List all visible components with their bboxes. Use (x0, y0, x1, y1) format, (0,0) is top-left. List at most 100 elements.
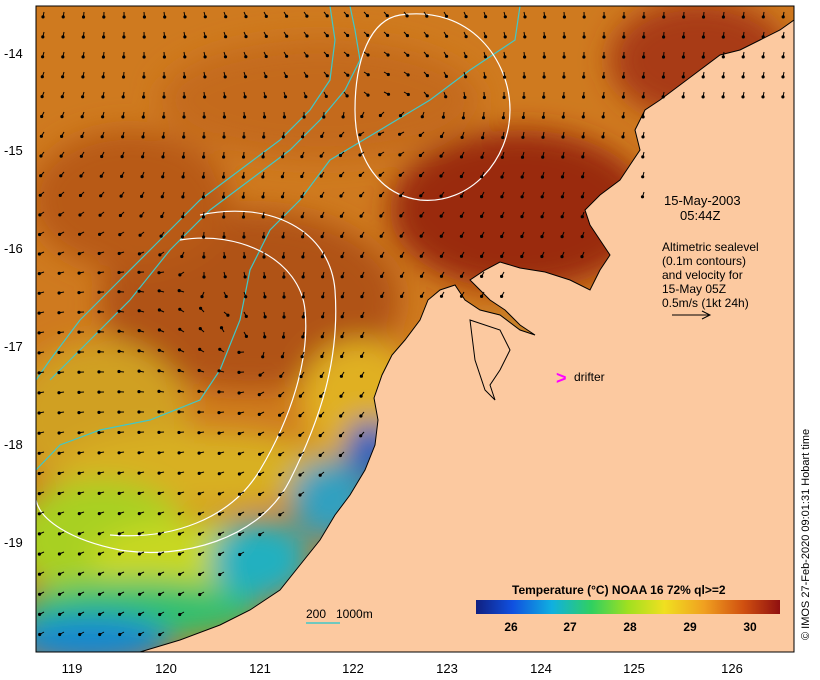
velocity-arrow-head (177, 552, 182, 556)
velocity-arrow-head (38, 232, 42, 237)
velocity-arrow-head (520, 195, 524, 199)
velocity-arrow-head (320, 255, 324, 259)
velocity-arrow-head (121, 115, 125, 119)
velocity-arrow-head (57, 471, 61, 475)
velocity-arrow-head (324, 94, 328, 98)
velocity-arrow-head (181, 155, 185, 159)
velocity-arrow-head (602, 75, 606, 79)
velocity-arrow-head (338, 434, 343, 438)
velocity-arrow-head (581, 115, 585, 119)
velocity-arrow-head (77, 491, 81, 495)
velocity-arrow-head (217, 492, 221, 496)
velocity-arrow-head (262, 255, 266, 259)
velocity-arrow-head (177, 348, 182, 352)
velocity-arrow-head (162, 115, 166, 119)
velocity-arrow-head (358, 133, 362, 137)
velocity-arrow-head (117, 451, 121, 455)
velocity-arrow-head (359, 374, 363, 378)
latitude-label: -19 (4, 535, 23, 550)
velocity-arrow-head (178, 612, 182, 617)
velocity-arrow-head (182, 135, 186, 139)
velocity-arrow-head (282, 295, 286, 299)
velocity-arrow-head (177, 532, 181, 536)
velocity-arrow-head (761, 35, 765, 39)
velocity-arrow-head (137, 270, 141, 274)
velocity-arrow-head (221, 175, 226, 179)
velocity-arrow-head (264, 75, 268, 79)
velocity-arrow-head (262, 115, 267, 119)
velocity-arrow-head (582, 75, 586, 79)
velocity-arrow-head (761, 75, 765, 79)
velocity-arrow-head (117, 592, 122, 596)
velocity-arrow-head (319, 374, 323, 378)
velocity-arrow-head (222, 235, 226, 239)
velocity-arrow-head (157, 491, 161, 495)
velocity-arrow-head (560, 175, 565, 179)
velocity-arrow-head (117, 552, 121, 556)
velocity-arrow-head (542, 55, 546, 59)
velocity-arrow-head (761, 15, 765, 19)
velocity-arrow-head (621, 115, 625, 119)
velocity-arrow-head (483, 75, 487, 79)
velocity-arrow-head (77, 471, 81, 475)
velocity-arrow-head (244, 35, 248, 39)
velocity-arrow-head (681, 75, 685, 79)
velocity-arrow-head (661, 55, 666, 59)
velocity-arrow-head (162, 95, 166, 99)
velocity-arrow-head (203, 35, 207, 39)
velocity-arrow-head (521, 115, 526, 119)
velocity-arrow-head (157, 328, 161, 332)
velocity-arrow-head (480, 195, 484, 199)
velocity-arrow-head (157, 271, 161, 275)
velocity-arrow-head (137, 430, 141, 434)
observation-time: 05:44Z (680, 208, 721, 223)
velocity-arrow-head (202, 275, 206, 279)
velocity-arrow-head (399, 214, 403, 218)
velocity-arrow-head (419, 234, 423, 238)
velocity-arrow-head (300, 155, 304, 159)
velocity-arrow-head (97, 330, 101, 334)
velocity-arrow-head (37, 391, 41, 395)
velocity-arrow-head (97, 350, 101, 354)
velocity-arrow-head (298, 493, 302, 497)
velocity-arrow-head (263, 295, 267, 299)
velocity-arrow-head (77, 350, 81, 354)
velocity-arrow-head (318, 453, 322, 457)
velocity-arrow-head (278, 493, 282, 497)
longitude-label: 126 (721, 661, 743, 676)
velocity-arrow-head (325, 54, 329, 58)
velocity-arrow-head (222, 255, 227, 259)
velocity-arrow-head (581, 135, 585, 139)
velocity-arrow-head (202, 115, 206, 119)
velocity-arrow-head (37, 512, 41, 516)
velocity-arrow-head (520, 254, 524, 259)
velocity-arrow-head (57, 532, 62, 536)
velocity-arrow-head (37, 552, 42, 556)
velocity-arrow-head (257, 412, 261, 416)
velocity-arrow-head (444, 95, 448, 99)
velocity-arrow-head (360, 334, 364, 339)
velocity-arrow-head (197, 451, 201, 455)
velocity-arrow-head (601, 135, 605, 139)
velocity-arrow-head (300, 195, 304, 199)
velocity-arrow-head (182, 75, 187, 79)
velocity-arrow-head (202, 155, 206, 159)
velocity-arrow-head (162, 75, 166, 79)
velocity-arrow-head (345, 14, 349, 18)
velocity-arrow-head (141, 155, 145, 159)
velocity-arrow-head (721, 15, 726, 19)
velocity-arrow-head (278, 413, 282, 417)
velocity-arrow-head (340, 335, 344, 339)
latitude-label: -16 (4, 241, 23, 256)
velocity-arrow-head (57, 451, 61, 455)
velocity-arrow-head (459, 174, 463, 179)
velocity-arrow-head (398, 132, 402, 136)
velocity-arrow-head (305, 14, 309, 18)
velocity-arrow-head (157, 572, 162, 576)
velocity-arrow-head (301, 135, 305, 139)
velocity-arrow-head (77, 291, 81, 295)
velocity-arrow-head (97, 410, 101, 414)
velocity-arrow-head (419, 174, 423, 178)
velocity-arrow-head (57, 411, 61, 415)
velocity-arrow-head (781, 55, 785, 59)
